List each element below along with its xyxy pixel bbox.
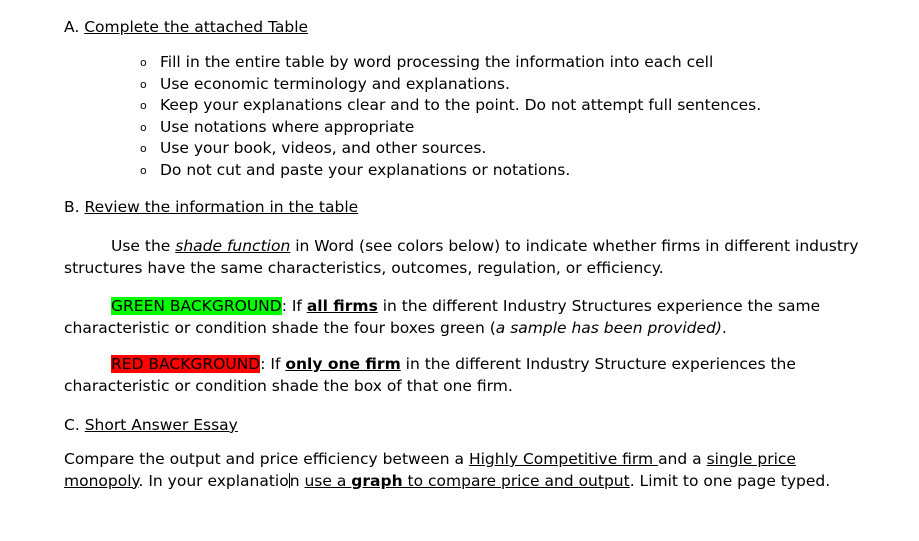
list-item: o Use your book, videos, and other sourc… [64,138,864,160]
only-one-firm-emphasis: only one firm [285,355,401,373]
essay-text-part1: Compare the output and price efficiency … [64,450,469,468]
section-title-a: Complete the attached Table [84,18,309,36]
red-text-part1: : If [260,355,286,373]
red-highlight-label: RED BACKGROUND [111,355,261,373]
section-title-b: Review the information in the table [84,198,359,216]
list-item-label: Keep your explanations clear and to the … [160,96,762,114]
instruction-list: o Fill in the entire table by word proce… [64,52,864,181]
list-item: o Do not cut and paste your explanations… [64,160,864,182]
essay-instructions-paragraph: Compare the output and price efficiency … [64,449,864,492]
shade-text-part1: Use the [111,237,176,255]
list-item: o Keep your explanations clear and to th… [64,95,864,117]
bullet-circle-icon: o [140,142,147,155]
essay-text-part3: . In your explanatio [138,471,289,490]
section-letter-b: B. [64,198,80,216]
list-item-label: Use economic terminology and explanation… [160,74,510,93]
essay-text-part4: . Limit to one page typed. [629,471,831,490]
list-item: o Fill in the entire table by word proce… [64,52,864,74]
bullet-circle-icon: o [140,56,147,69]
list-item-label: Do not cut and paste your explanations o… [160,160,571,179]
bullet-circle-icon: o [140,77,147,91]
compare-price-output-term: to compare price and output [402,471,630,490]
section-letter-c: C. [64,416,80,434]
essay-text-part3b: n [289,471,305,490]
list-item-label: Fill in the entire table by word process… [160,53,714,71]
highly-competitive-firm-term: Highly Competitive firm [468,450,659,468]
section-title-c: Short Answer Essay [84,416,238,434]
green-text-part1: : If [281,297,307,315]
bullet-circle-icon: o [140,163,147,177]
list-item: o Use economic terminology and explanati… [64,74,864,96]
section-heading-c: C. Short Answer Essay [64,415,864,436]
document-body: A. Complete the attached Table o Fill in… [64,17,864,492]
section-letter-a: A. [64,18,80,36]
use-a-prefix: use a [304,471,352,490]
essay-text-part2: and a [658,450,707,468]
green-italic-note: a sample has been provided) [495,318,722,337]
bullet-circle-icon: o [140,120,147,134]
green-background-paragraph: GREEN BACKGROUND: If all firms in the di… [64,296,864,339]
document-page: A. Complete the attached Table o Fill in… [0,0,919,541]
section-heading-a: A. Complete the attached Table [64,17,864,38]
green-text-part3: . [721,318,727,337]
graph-emphasis: graph [351,471,403,490]
all-firms-emphasis: all firms [306,297,378,315]
list-item-label: Use your book, videos, and other sources… [160,139,487,157]
shade-function-paragraph: Use the shade function in Word (see colo… [64,236,864,279]
list-item: o Use notations where appropriate [64,117,864,139]
shade-function-emphasis: shade function [175,237,291,255]
bullet-circle-icon: o [140,99,147,112]
section-heading-b: B. Review the information in the table [64,197,864,218]
green-highlight-label: GREEN BACKGROUND [111,297,282,315]
red-background-paragraph: RED BACKGROUND: If only one firm in the … [64,354,864,397]
list-item-label: Use notations where appropriate [160,117,415,136]
